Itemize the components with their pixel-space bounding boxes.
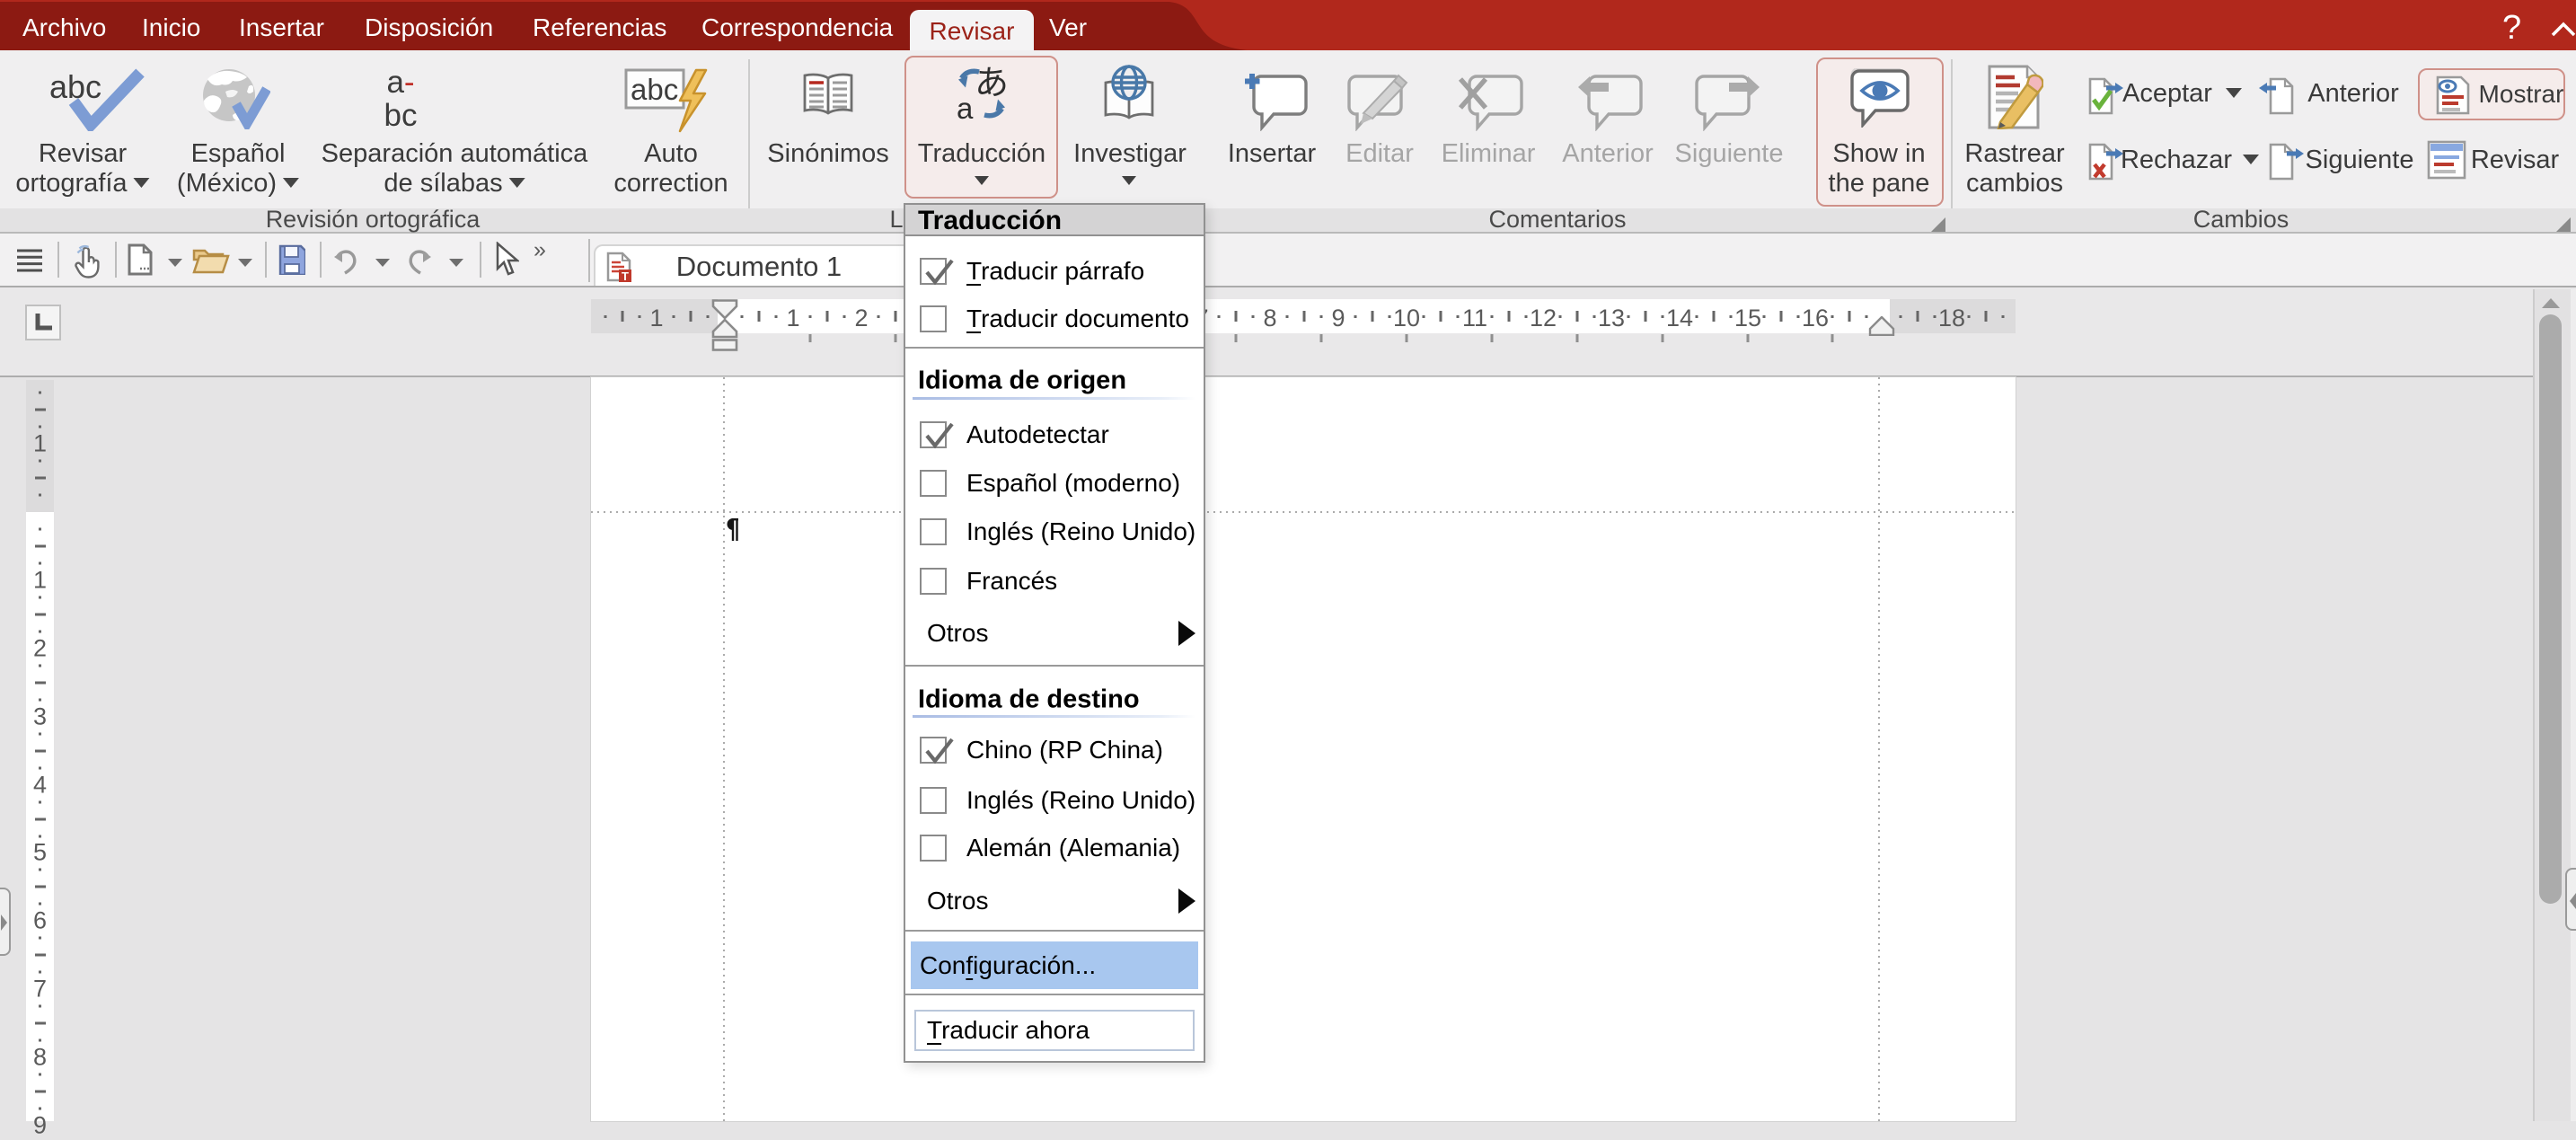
svg-text:あ: あ bbox=[975, 66, 1008, 102]
svg-text:a: a bbox=[957, 92, 974, 121]
svg-text:abc: abc bbox=[49, 68, 101, 105]
svg-text:abc: abc bbox=[631, 73, 678, 106]
